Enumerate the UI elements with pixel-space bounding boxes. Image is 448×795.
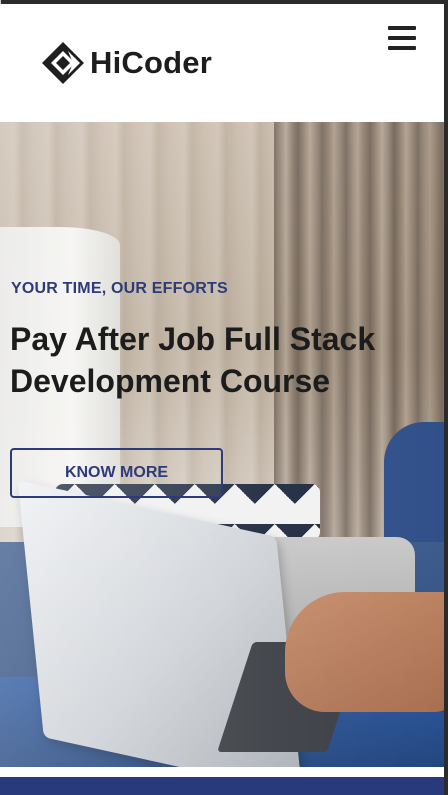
- next-section-band: [0, 777, 444, 795]
- menu-bar: [388, 26, 416, 30]
- site-logo[interactable]: HiCoder: [40, 40, 212, 86]
- menu-bar: [388, 36, 416, 40]
- hero-title: Pay After Job Full Stack Development Cou…: [10, 321, 376, 399]
- logo-wordmark: HiCoder: [90, 45, 212, 80]
- hero-overlay: [0, 122, 444, 767]
- hamburger-menu-icon[interactable]: [388, 26, 416, 50]
- site-header: HiCoder: [0, 4, 444, 122]
- know-more-button[interactable]: KNOW MORE: [10, 448, 223, 498]
- hero-kicker: YOUR TIME, OUR EFFORTS: [11, 280, 228, 297]
- section-divider: [0, 767, 444, 777]
- hero-banner: YOUR TIME, OUR EFFORTS Pay After Job Ful…: [0, 122, 444, 767]
- window-frame-right: [444, 0, 448, 795]
- hicoder-logo-icon: [42, 42, 84, 84]
- menu-bar: [388, 46, 416, 50]
